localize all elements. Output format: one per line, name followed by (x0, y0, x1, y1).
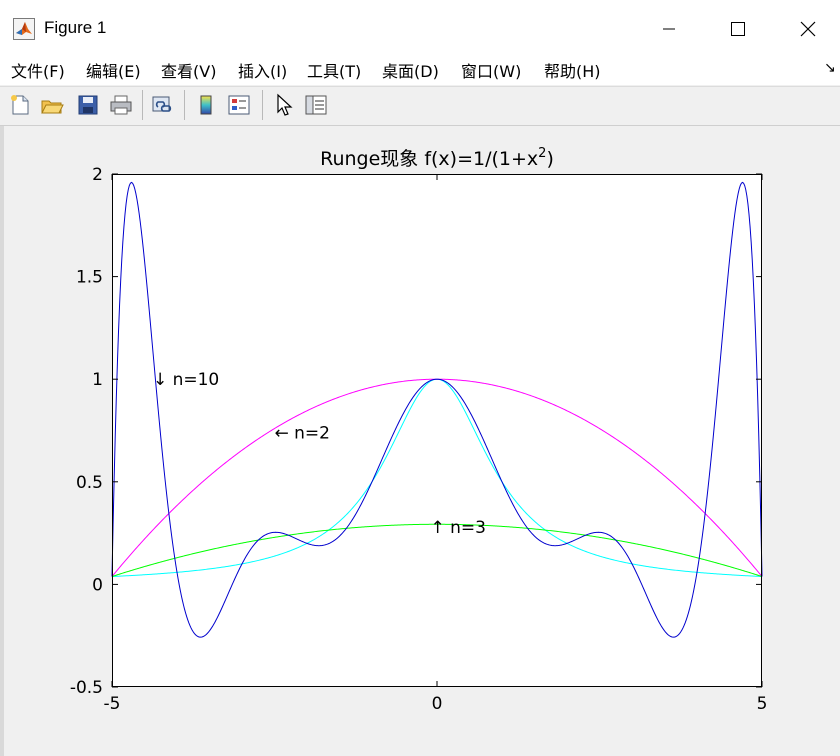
x-tick-label: 5 (757, 694, 768, 714)
annotation-label: ← n=2 (275, 424, 330, 444)
x-tick-label: -5 (104, 694, 121, 714)
y-tick-label: 0 (92, 575, 103, 595)
chart-title-superscript: 2 (538, 146, 546, 161)
annotation-label: ↑ n=3 (431, 518, 486, 538)
y-tick-label: 2 (92, 165, 103, 185)
y-tick-label: 1 (92, 370, 103, 390)
x-tick-label: 0 (432, 694, 443, 714)
annotation-label: ↓ n=10 (153, 370, 219, 390)
chart-title-main: Runge现象 f(x)=1/(1+x (320, 148, 538, 170)
runge-chart: -5 0 5 -0.5 0 0.5 1 1.5 2 ↓ n=10 ← n=2 ↑ n=3 Runge… (70, 146, 768, 714)
chart-title-close: ) (546, 148, 553, 170)
y-tick-label: -0.5 (70, 678, 103, 698)
chart-title: Runge现象 f(x)=1/(1+x2) (320, 146, 554, 170)
y-tick-label: 0.5 (76, 473, 103, 493)
plot-area (112, 174, 762, 687)
y-tick-label: 1.5 (76, 268, 103, 288)
